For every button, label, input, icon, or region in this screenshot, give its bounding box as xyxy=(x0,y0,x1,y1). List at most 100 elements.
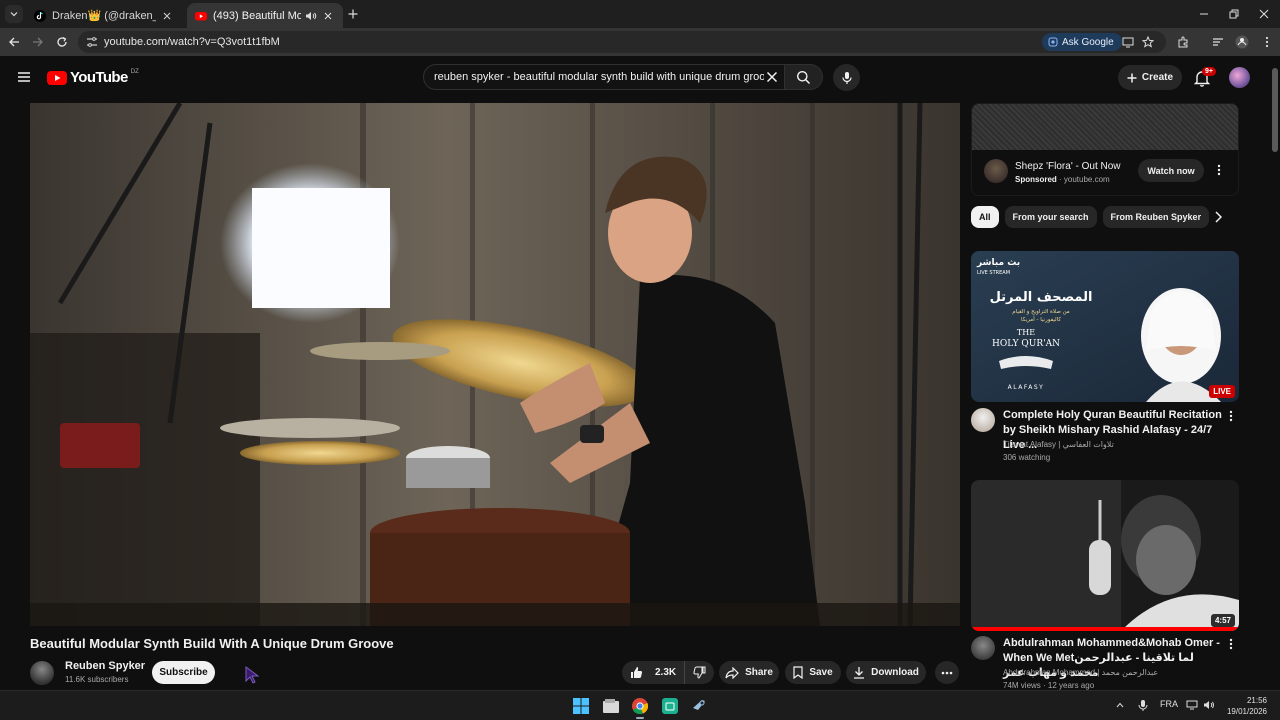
tab-youtube[interactable]: (493) Beautiful Modular Synth Build xyxy=(187,3,343,28)
menu-icon[interactable] xyxy=(16,69,32,85)
close-tab-icon[interactable] xyxy=(160,9,174,23)
create-button[interactable]: Create xyxy=(1118,65,1182,90)
singer-thumbnail-image xyxy=(971,480,1239,631)
tray-chevron-up-icon[interactable] xyxy=(1116,702,1124,708)
bookmark-star-icon[interactable] xyxy=(1140,34,1156,50)
thumb-holy-quran: HOLY QUR'AN xyxy=(992,339,1060,349)
forward-button[interactable] xyxy=(30,34,46,50)
like-dislike-group: 2.3K xyxy=(622,661,714,684)
share-button[interactable]: Share xyxy=(719,661,779,684)
chip-all[interactable]: All xyxy=(971,206,999,228)
video-player[interactable] xyxy=(30,103,960,626)
profile-icon[interactable] xyxy=(1234,34,1250,50)
volume-icon[interactable] xyxy=(1203,700,1215,710)
save-label: Save xyxy=(809,667,833,678)
cast-icon[interactable] xyxy=(1120,34,1136,50)
youtube-header: YouTube DZ reuben spyker - beautiful mod… xyxy=(0,56,1270,98)
tab-list-icon[interactable] xyxy=(1210,34,1226,50)
address-bar[interactable]: youtube.com/watch?v=Q3vot1t1fbM Ask Goog… xyxy=(78,31,1166,53)
youtube-logo[interactable]: YouTube DZ xyxy=(47,69,139,86)
chevron-right-icon[interactable] xyxy=(1214,211,1222,223)
close-window-button[interactable] xyxy=(1256,6,1272,22)
channel-avatar[interactable] xyxy=(971,408,995,432)
channel-name[interactable]: Reuben Spyker xyxy=(65,660,145,672)
sponsored-label: Sponsored xyxy=(1015,175,1057,184)
system-clock[interactable]: 21:56 19/01/2026 xyxy=(1225,695,1267,717)
country-code: DZ xyxy=(130,68,139,75)
clear-search-icon[interactable] xyxy=(766,71,778,83)
dislike-button[interactable] xyxy=(685,666,706,679)
ad-title[interactable]: Shepz 'Flora' - Out Now xyxy=(1015,161,1121,172)
chrome-icon[interactable] xyxy=(630,696,650,716)
thumbs-up-icon xyxy=(631,667,643,678)
search-input[interactable]: reuben spyker - beautiful modular synth … xyxy=(423,64,785,90)
thumb-the: THE xyxy=(1017,328,1035,337)
close-tab-icon[interactable] xyxy=(321,9,335,23)
file-explorer-icon[interactable] xyxy=(601,696,621,716)
share-arrow-icon xyxy=(725,666,739,679)
chevron-down-icon xyxy=(10,12,18,17)
windows-start-icon[interactable] xyxy=(571,696,591,716)
plus-icon xyxy=(348,9,358,19)
recommendation-channel[interactable]: Tilawat Alafasy | تلاوات العفاسي xyxy=(1003,438,1114,451)
recommendation-thumbnail[interactable]: بث مباشر LIVE STREAM المصحف المرتل من صل… xyxy=(971,251,1239,402)
more-vertical-icon[interactable] xyxy=(1217,164,1221,176)
new-tab-button[interactable] xyxy=(345,6,361,22)
steam-icon[interactable] xyxy=(689,696,709,716)
search-button[interactable] xyxy=(785,64,823,90)
site-info-icon[interactable] xyxy=(86,36,98,48)
reload-icon xyxy=(57,36,67,47)
recommendation-channel[interactable]: Abdulrahman Mohammed | عبدالرحمن محمد xyxy=(1003,666,1158,679)
page-scrollbar[interactable] xyxy=(1270,56,1280,690)
plus-icon xyxy=(1127,73,1137,82)
ask-google-button[interactable]: Ask Google xyxy=(1042,33,1122,51)
account-avatar[interactable] xyxy=(1229,67,1250,88)
live-stream-label: LIVE STREAM xyxy=(977,270,1010,276)
clock-date: 19/01/2026 xyxy=(1226,707,1267,716)
chip-from-channel[interactable]: From Reuben Spyker xyxy=(1102,206,1210,228)
ad-meta: Sponsored · youtube.com xyxy=(1015,175,1110,184)
tab-search-menu-button[interactable] xyxy=(5,5,23,23)
watch-now-button[interactable]: Watch now xyxy=(1138,159,1204,182)
live-stream-arabic: بث مباشر xyxy=(976,258,1020,268)
ad-banner-image[interactable] xyxy=(972,104,1238,150)
close-icon xyxy=(1259,9,1269,19)
microphone-tray-icon[interactable] xyxy=(1138,699,1148,712)
video-frame-drummer xyxy=(30,103,960,626)
recommendation-meta: 306 watching xyxy=(1003,453,1051,462)
network-icon[interactable] xyxy=(1186,700,1198,710)
app-icon[interactable] xyxy=(660,696,680,716)
more-vertical-icon[interactable] xyxy=(1229,410,1233,422)
ask-google-label: Ask Google xyxy=(1062,36,1114,48)
tab-title: (493) Beautiful Modular Synth Build xyxy=(213,9,301,22)
save-button[interactable]: Save xyxy=(785,661,841,684)
extensions-icon[interactable] xyxy=(1175,34,1191,50)
youtube-wordmark: YouTube xyxy=(70,69,128,86)
more-actions-button[interactable] xyxy=(935,661,959,684)
download-button[interactable]: Download xyxy=(846,661,926,684)
recommendation-thumbnail[interactable]: 4:57 xyxy=(971,480,1239,631)
sponsored-ad-card[interactable]: Shepz 'Flora' - Out Now Sponsored · yout… xyxy=(971,103,1239,196)
input-language[interactable]: FRA xyxy=(1160,699,1178,709)
restore-button[interactable] xyxy=(1226,6,1242,22)
scrollbar-thumb[interactable] xyxy=(1272,68,1278,152)
tab-tiktok[interactable]: Draken👑 (@draken_o_o) | TikTok xyxy=(26,3,182,28)
back-button[interactable] xyxy=(6,34,22,50)
chip-from-your-search[interactable]: From your search xyxy=(1004,206,1097,228)
more-horizontal-icon xyxy=(941,671,953,674)
like-button[interactable]: 2.3K xyxy=(622,661,686,684)
voice-search-button[interactable] xyxy=(833,64,860,91)
browser-menu-icon[interactable] xyxy=(1259,34,1275,50)
channel-avatar[interactable] xyxy=(971,636,995,660)
chrome-active-indicator xyxy=(636,717,644,719)
reload-button[interactable] xyxy=(54,34,70,50)
more-vertical-icon[interactable] xyxy=(1229,638,1233,650)
channel-avatar[interactable] xyxy=(30,661,54,685)
arrow-right-icon xyxy=(33,37,43,47)
duration-badge: 4:57 xyxy=(1210,614,1235,627)
audio-playing-icon[interactable] xyxy=(305,10,317,22)
minimize-button[interactable] xyxy=(1196,6,1212,22)
ad-channel-avatar[interactable] xyxy=(984,159,1008,183)
subscribe-button[interactable]: Subscribe xyxy=(152,661,215,684)
restore-icon xyxy=(1229,9,1239,19)
